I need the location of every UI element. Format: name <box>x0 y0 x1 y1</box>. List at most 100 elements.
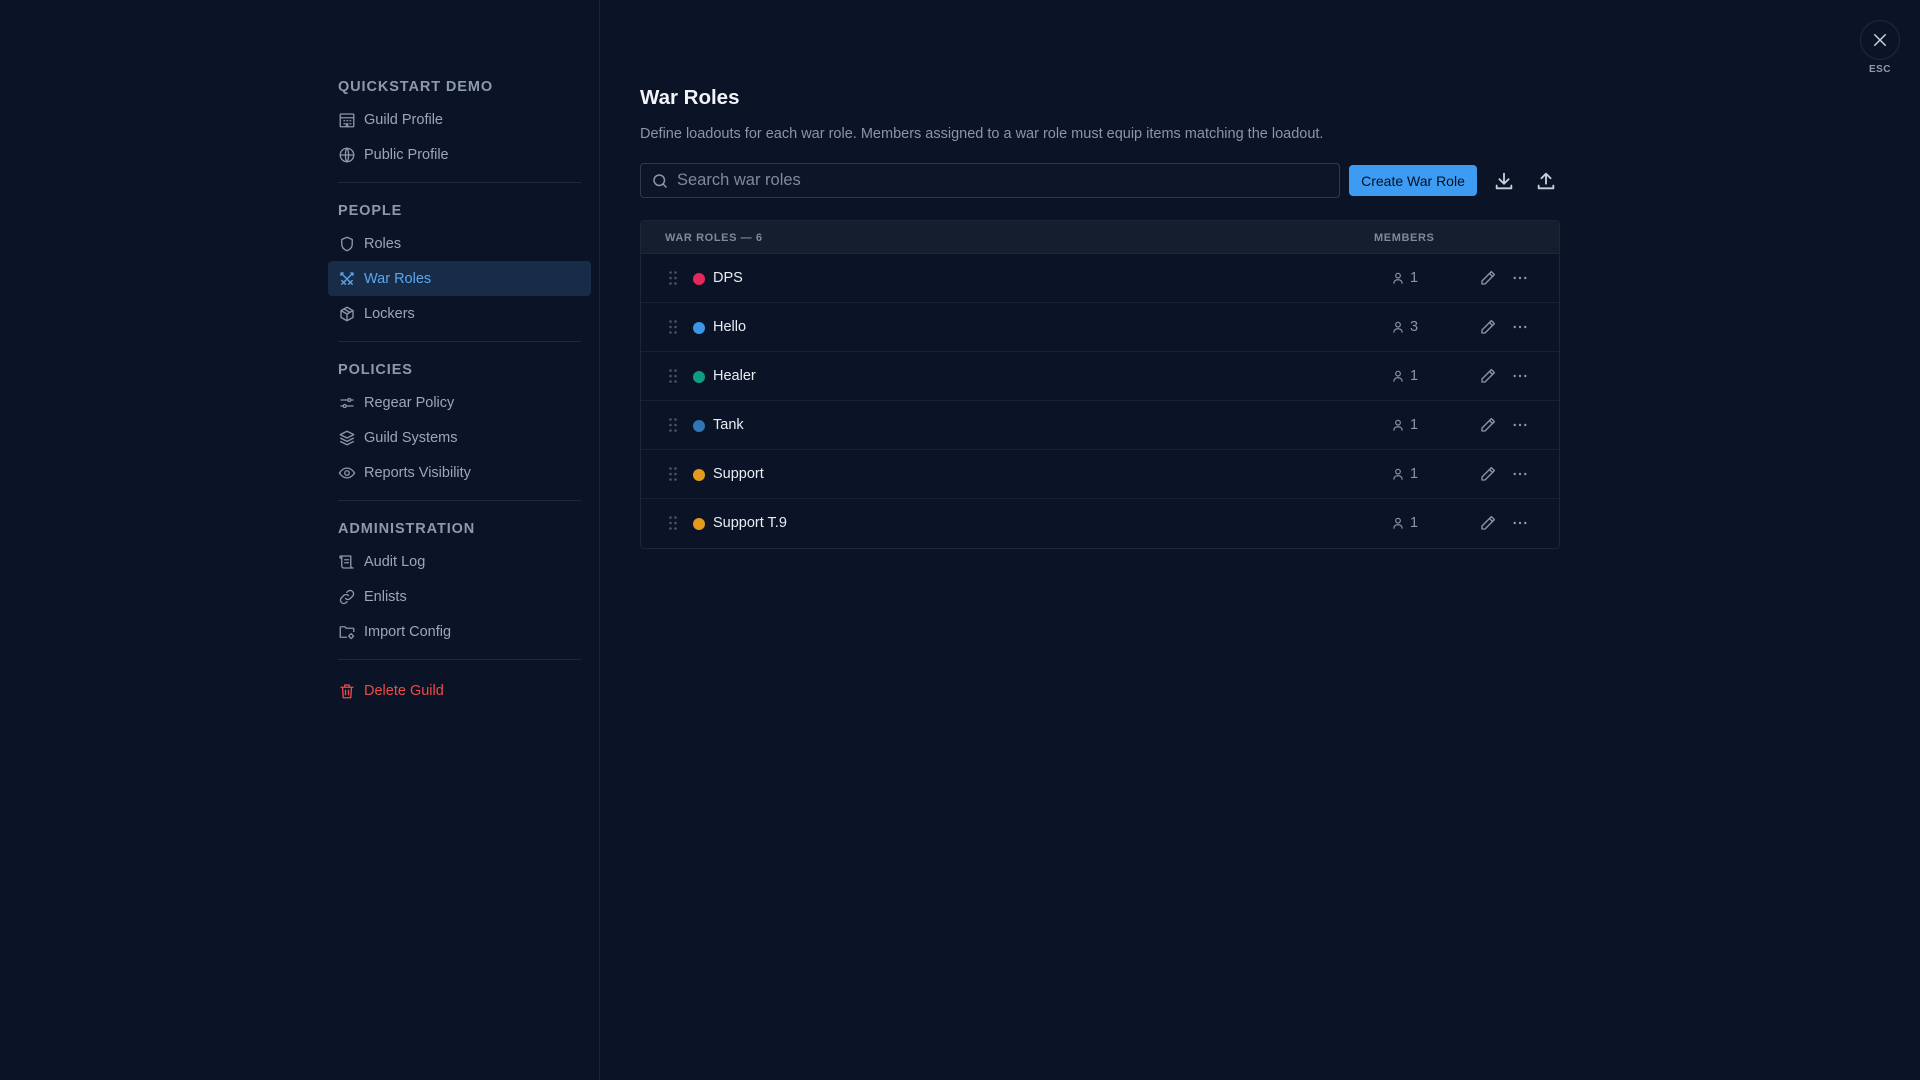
member-count: 3 <box>1391 319 1418 335</box>
sidebar-item-war-roles[interactable]: War Roles <box>328 261 591 296</box>
more-options-button[interactable] <box>1511 269 1529 287</box>
member-count-value: 1 <box>1410 515 1419 531</box>
member-count: 1 <box>1391 417 1418 433</box>
member-count-value: 3 <box>1410 319 1419 335</box>
more-options-button[interactable] <box>1511 416 1529 434</box>
link-icon <box>339 589 355 604</box>
user-icon <box>1393 468 1403 480</box>
esc-label: ESC <box>1868 64 1892 75</box>
ellipsis-icon <box>1513 521 1527 525</box>
drag-handle-icon[interactable] <box>668 466 678 482</box>
sidebar-item-label: Import Config <box>364 623 452 640</box>
table-row[interactable]: Tank 1 <box>641 401 1559 450</box>
section-title-guild: QUICKSTART DEMO <box>338 79 494 95</box>
settings-nav: QUICKSTART DEMO Guild Profile Public Pro… <box>328 76 591 708</box>
drag-handle-icon[interactable] <box>668 270 678 286</box>
search-input[interactable] <box>677 171 1317 190</box>
edit-button[interactable] <box>1479 269 1497 287</box>
role-name: Hello <box>713 319 747 335</box>
role-name: Support <box>713 466 764 482</box>
ellipsis-icon <box>1513 374 1527 378</box>
user-icon <box>1393 370 1403 382</box>
sidebar-item-label: Public Profile <box>364 146 449 163</box>
sidebar-item-reports-visibility[interactable]: Reports Visibility <box>328 455 591 490</box>
member-count: 1 <box>1391 466 1418 482</box>
divider <box>338 500 581 501</box>
ellipsis-icon <box>1513 276 1527 280</box>
section-title-administration: ADMINISTRATION <box>338 521 476 537</box>
sidebar-item-label: Guild Profile <box>364 111 443 128</box>
sidebar-item-guild-profile[interactable]: Guild Profile <box>328 102 591 137</box>
crossed-swords-icon <box>340 271 354 285</box>
close-icon <box>1874 34 1886 46</box>
create-war-role-button[interactable]: Create War Role <box>1349 165 1477 196</box>
sidebar-item-label: Guild Systems <box>364 429 458 446</box>
sidebar-item-enlists[interactable]: Enlists <box>328 579 591 614</box>
member-count-value: 1 <box>1410 417 1419 433</box>
sidebar-item-label: War Roles <box>364 270 432 287</box>
role-color-dot <box>693 420 705 432</box>
sidebar-item-roles[interactable]: Roles <box>328 226 591 261</box>
table-row[interactable]: Hello 3 <box>641 303 1559 352</box>
table-row[interactable]: Support T.9 1 <box>641 499 1559 548</box>
more-options-button[interactable] <box>1511 465 1529 483</box>
sidebar-item-lockers[interactable]: Lockers <box>328 296 591 331</box>
role-name: Tank <box>713 417 744 433</box>
sidebar-item-label: Lockers <box>364 305 415 322</box>
sidebar-item-import-config[interactable]: Import Config <box>328 614 591 649</box>
role-color-dot <box>693 371 705 383</box>
member-count-value: 1 <box>1410 270 1419 286</box>
edit-button[interactable] <box>1479 367 1497 385</box>
more-options-button[interactable] <box>1511 318 1529 336</box>
more-options-button[interactable] <box>1511 367 1529 385</box>
search-box <box>640 163 1340 198</box>
search-icon <box>653 173 667 188</box>
pencil-icon <box>1481 515 1496 530</box>
sidebar-item-public-profile[interactable]: Public Profile <box>328 137 591 172</box>
member-count-value: 1 <box>1410 368 1419 384</box>
download-button[interactable] <box>1493 170 1515 192</box>
member-count-value: 1 <box>1410 466 1419 482</box>
building-icon <box>339 112 355 127</box>
table-row[interactable]: Healer 1 <box>641 352 1559 401</box>
layers-icon <box>339 430 355 445</box>
sidebar-item-regear-policy[interactable]: Regear Policy <box>328 385 591 420</box>
table-row[interactable]: DPS 1 <box>641 254 1559 303</box>
toolbar: Create War Role <box>640 163 1560 199</box>
column-header-war-roles: WAR ROLES — 6 <box>665 232 763 244</box>
ellipsis-icon <box>1513 325 1527 329</box>
drag-handle-icon[interactable] <box>668 319 678 335</box>
ellipsis-icon <box>1513 472 1527 476</box>
sidebar-item-guild-systems[interactable]: Guild Systems <box>328 420 591 455</box>
edit-button[interactable] <box>1479 318 1497 336</box>
member-count: 1 <box>1391 515 1418 531</box>
sidebar-item-audit-log[interactable]: Audit Log <box>328 544 591 579</box>
more-options-button[interactable] <box>1511 514 1529 532</box>
drag-handle-icon[interactable] <box>668 368 678 384</box>
scroll-icon <box>339 554 354 569</box>
delete-guild-button[interactable]: Delete Guild <box>328 673 591 708</box>
table-row[interactable]: Support 1 <box>641 450 1559 499</box>
sliders-icon <box>340 397 354 408</box>
role-color-dot <box>693 273 705 285</box>
edit-button[interactable] <box>1479 416 1497 434</box>
sidebar-item-label: Reports Visibility <box>364 464 471 481</box>
role-color-dot <box>693 469 705 481</box>
member-count: 1 <box>1391 368 1418 384</box>
drag-handle-icon[interactable] <box>668 417 678 433</box>
divider <box>338 659 581 660</box>
upload-icon <box>1537 172 1555 190</box>
close-button[interactable] <box>1860 20 1900 60</box>
page-title: War Roles <box>640 86 740 109</box>
edit-button[interactable] <box>1479 465 1497 483</box>
folder-cog-icon <box>339 625 355 639</box>
drag-handle-icon[interactable] <box>668 515 678 531</box>
edit-button[interactable] <box>1479 514 1497 532</box>
download-icon <box>1495 172 1513 190</box>
column-header-members: MEMBERS <box>1374 232 1435 244</box>
globe-icon <box>339 147 355 162</box>
user-icon <box>1393 321 1403 333</box>
sidebar-item-label: Regear Policy <box>364 394 455 411</box>
user-icon <box>1393 419 1403 431</box>
upload-button[interactable] <box>1535 170 1557 192</box>
